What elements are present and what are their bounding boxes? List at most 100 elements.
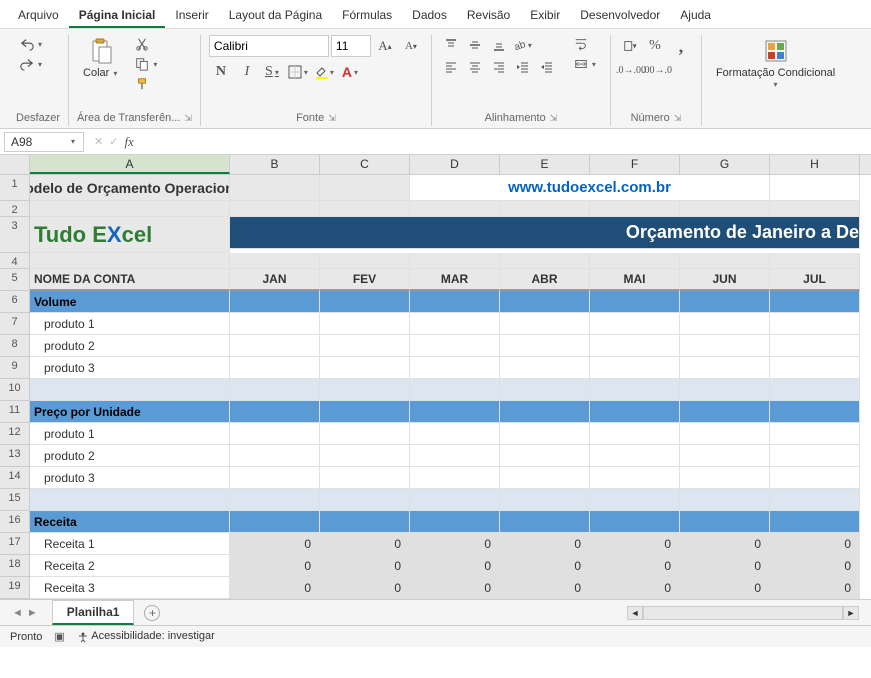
cell-jul[interactable]: JUL	[770, 269, 860, 291]
cell[interactable]: 0	[230, 577, 320, 599]
undo-button[interactable]: ▾	[16, 35, 48, 53]
cell[interactable]	[320, 253, 410, 269]
col-header-c[interactable]: C	[320, 155, 410, 174]
cell[interactable]	[230, 253, 320, 269]
cell[interactable]	[410, 379, 500, 401]
cell[interactable]	[590, 511, 680, 533]
cell-produto3[interactable]: produto 3	[30, 357, 230, 379]
cell-jun[interactable]: JUN	[680, 269, 770, 291]
cell[interactable]	[500, 253, 590, 269]
cell[interactable]	[320, 489, 410, 511]
cell[interactable]	[410, 201, 500, 217]
cell[interactable]	[500, 291, 590, 313]
cell[interactable]	[410, 253, 500, 269]
increase-indent-button[interactable]	[536, 57, 558, 77]
cell[interactable]	[230, 379, 320, 401]
cell[interactable]	[230, 291, 320, 313]
cell[interactable]	[680, 423, 770, 445]
cell[interactable]	[590, 445, 680, 467]
cell[interactable]	[30, 489, 230, 511]
decrease-indent-button[interactable]	[512, 57, 534, 77]
col-header-h[interactable]: H	[770, 155, 860, 174]
cell[interactable]	[590, 357, 680, 379]
cell[interactable]	[410, 467, 500, 489]
conditional-formatting-button[interactable]: Formatação Condicional▾	[710, 35, 841, 92]
row-header[interactable]: 18	[0, 555, 30, 577]
cell[interactable]	[770, 357, 860, 379]
menu-layout[interactable]: Layout da Página	[219, 4, 332, 28]
dialog-launcher-icon[interactable]: ⇲	[674, 113, 682, 124]
cell[interactable]	[680, 511, 770, 533]
cell[interactable]: 0	[770, 533, 860, 555]
cell[interactable]	[320, 335, 410, 357]
dialog-launcher-icon[interactable]: ⇲	[328, 113, 336, 124]
cell[interactable]	[680, 489, 770, 511]
cell[interactable]	[680, 401, 770, 423]
row-header[interactable]: 8	[0, 335, 30, 357]
cell[interactable]	[30, 379, 230, 401]
dialog-launcher-icon[interactable]: ⇲	[550, 113, 558, 124]
tab-next-icon[interactable]: ►	[27, 607, 38, 619]
cell[interactable]	[590, 467, 680, 489]
cell-produto2[interactable]: produto 2	[30, 335, 230, 357]
cell[interactable]	[680, 291, 770, 313]
decrease-decimal-button[interactable]: .00→.0	[645, 59, 669, 81]
cell[interactable]: 0	[500, 555, 590, 577]
cell[interactable]: 0	[410, 533, 500, 555]
cell-produto1[interactable]: produto 1	[30, 313, 230, 335]
cell-nome-conta[interactable]: NOME DA CONTA	[30, 269, 230, 291]
row-header[interactable]: 5	[0, 269, 30, 291]
comma-button[interactable]: ,	[669, 35, 693, 57]
cell-c1[interactable]	[320, 175, 410, 201]
align-right-button[interactable]	[488, 57, 510, 77]
cell[interactable]: 0	[410, 577, 500, 599]
cell[interactable]	[770, 291, 860, 313]
col-header-e[interactable]: E	[500, 155, 590, 174]
cell[interactable]	[590, 379, 680, 401]
fx-icon[interactable]: fx	[124, 134, 133, 150]
cell[interactable]	[30, 253, 230, 269]
paste-button[interactable]: Colar▾	[77, 35, 125, 81]
cell[interactable]: Receita 1	[30, 533, 230, 555]
cell[interactable]	[230, 401, 320, 423]
cell[interactable]	[770, 423, 860, 445]
cell[interactable]	[410, 335, 500, 357]
cell[interactable]	[680, 335, 770, 357]
increase-decimal-button[interactable]: .0→.00	[619, 59, 643, 81]
cell[interactable]	[410, 401, 500, 423]
cell[interactable]	[230, 313, 320, 335]
cell[interactable]	[410, 489, 500, 511]
align-middle-button[interactable]	[464, 35, 486, 55]
align-center-button[interactable]	[464, 57, 486, 77]
cell-preco[interactable]: Preço por Unidade	[30, 401, 230, 423]
cell[interactable]	[770, 511, 860, 533]
cell[interactable]: 0	[590, 533, 680, 555]
enter-icon[interactable]: ✓	[109, 135, 118, 148]
cell-url[interactable]: www.tudoexcel.com.br	[410, 175, 770, 201]
percent-button[interactable]: %	[643, 35, 667, 57]
cell[interactable]	[770, 379, 860, 401]
cell[interactable]	[320, 357, 410, 379]
col-header-f[interactable]: F	[590, 155, 680, 174]
bold-button[interactable]: N	[209, 61, 233, 83]
row-header[interactable]: 16	[0, 511, 30, 533]
cell[interactable]	[590, 489, 680, 511]
cell-jan[interactable]: JAN	[230, 269, 320, 291]
cell[interactable]	[770, 467, 860, 489]
cell-mar[interactable]: MAR	[410, 269, 500, 291]
format-painter-button[interactable]	[131, 75, 163, 93]
cell[interactable]	[230, 511, 320, 533]
cell[interactable]: 0	[500, 577, 590, 599]
menu-revisao[interactable]: Revisão	[457, 4, 520, 28]
font-name-input[interactable]	[209, 35, 329, 57]
cell[interactable]	[590, 401, 680, 423]
cell[interactable]: produto 3	[30, 467, 230, 489]
cell[interactable]	[320, 201, 410, 217]
cell[interactable]	[230, 489, 320, 511]
cell-a2[interactable]	[30, 201, 230, 217]
row-header[interactable]: 3	[0, 217, 30, 253]
menu-formulas[interactable]: Fórmulas	[332, 4, 402, 28]
cell[interactable]	[320, 445, 410, 467]
scroll-right-button[interactable]: ►	[843, 606, 859, 620]
orientation-button[interactable]: ab▾	[512, 35, 534, 55]
